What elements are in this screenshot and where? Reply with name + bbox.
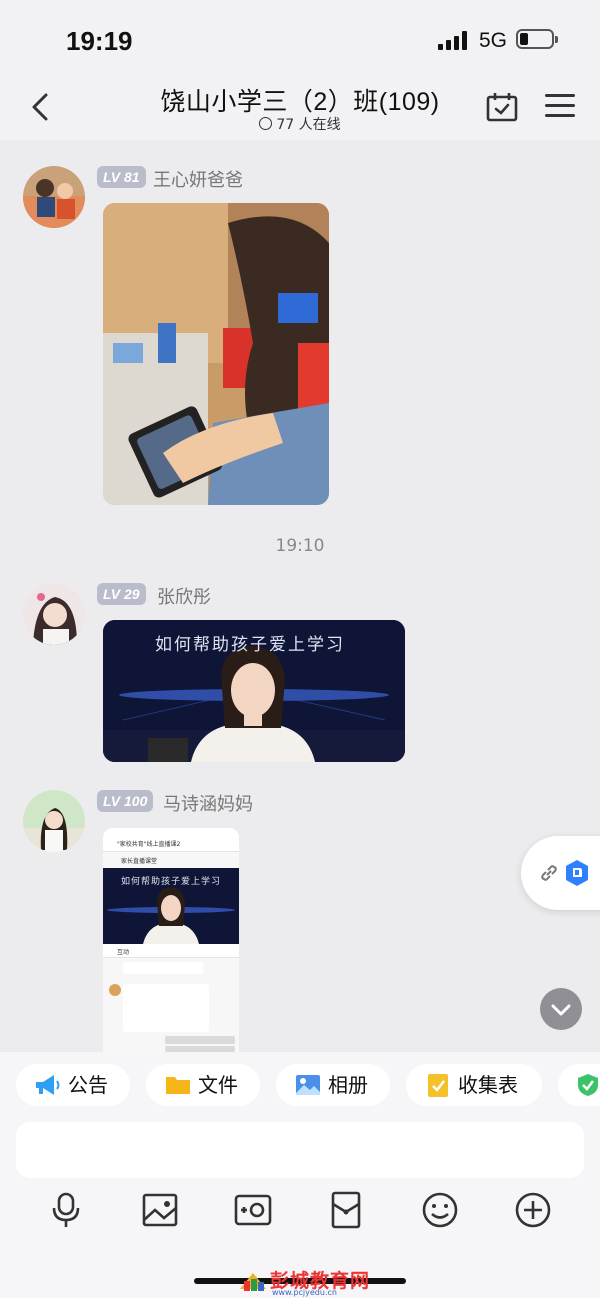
menu-icon[interactable]: [545, 94, 575, 118]
quick-action-album[interactable]: 相册: [276, 1064, 390, 1106]
app-logo-icon: [566, 860, 588, 886]
quick-action-label: 文件: [198, 1073, 238, 1097]
quick-action-label: 公告: [68, 1073, 108, 1097]
chevron-down-icon: [259, 117, 273, 130]
signal-icon: [438, 30, 468, 50]
quick-action-form[interactable]: 收集表: [406, 1064, 542, 1106]
screenshot-header: "家校共育"线上直播课2: [103, 828, 239, 852]
screenshot-channel-bar: 家长直播课堂: [103, 854, 239, 866]
emoji-icon[interactable]: [420, 1190, 460, 1230]
shield-check-icon: [578, 1074, 598, 1096]
video-caption: 如何帮助孩子爱上学习: [155, 635, 345, 655]
screenshot-chat: [103, 960, 239, 1052]
level-badge: LV 81: [97, 166, 146, 188]
network-type: 5G: [479, 29, 508, 52]
video-message[interactable]: 如何帮助孩子爱上学习: [103, 620, 405, 762]
microphone-icon[interactable]: [46, 1190, 86, 1230]
watermark-logo-icon: [240, 1273, 266, 1291]
screenshot-tabs: 互动: [103, 944, 239, 958]
calendar-check-icon[interactable]: [486, 92, 518, 122]
screenshot-caption: 如何帮助孩子爱上学习: [121, 877, 222, 887]
battery-icon: [516, 29, 558, 49]
screenshot-channel: 家长直播课堂: [121, 858, 158, 865]
sender-name[interactable]: 王心妍爸爸: [153, 166, 243, 192]
megaphone-icon: [36, 1075, 60, 1095]
album-icon: [296, 1075, 320, 1095]
link-float-widget[interactable]: [521, 836, 600, 910]
folder-icon: [166, 1077, 190, 1094]
message-input[interactable]: [16, 1122, 584, 1178]
avatar[interactable]: [23, 166, 85, 228]
quick-action-announcement[interactable]: 公告: [16, 1064, 130, 1106]
quick-action-files[interactable]: 文件: [146, 1064, 260, 1106]
quick-action-label: 收集表: [458, 1073, 518, 1097]
chat-header: 饶山小学三（2）班(109) 77 人在线: [0, 80, 600, 140]
sender-name[interactable]: 马诗涵妈妈: [163, 790, 253, 816]
link-icon: [541, 865, 557, 881]
scroll-to-bottom-button[interactable]: [540, 988, 582, 1030]
avatar[interactable]: [23, 790, 85, 852]
screenshot-message[interactable]: "家校共育"线上直播课2 家长直播课堂 如何帮助孩子爱上学习 互动: [103, 828, 239, 1052]
avatar[interactable]: [23, 583, 85, 645]
watermark-url: www.pcjyedu.cn: [272, 1288, 337, 1297]
screenshot-video: 如何帮助孩子爱上学习: [103, 868, 239, 944]
chevron-down-icon: [551, 1004, 571, 1016]
online-count-label: 77 人在线: [276, 117, 341, 133]
quick-action-label: 相册: [328, 1073, 368, 1097]
video-icon[interactable]: [233, 1190, 273, 1230]
timestamp: 19:10: [275, 536, 325, 556]
screenshot-header-text: "家校共育"线上直播课2: [117, 841, 181, 848]
plus-icon[interactable]: [513, 1190, 553, 1230]
red-packet-icon[interactable]: [326, 1190, 366, 1230]
image-message[interactable]: [103, 203, 329, 505]
image-icon[interactable]: [140, 1190, 180, 1230]
level-badge: LV 100: [97, 790, 154, 812]
screenshot-tab: 互动: [117, 949, 130, 956]
form-icon: [428, 1074, 448, 1097]
status-time: 19:19: [66, 26, 133, 56]
quick-action-more[interactable]: [558, 1064, 600, 1106]
level-badge: LV 29: [97, 583, 146, 605]
status-bar: 19:19 5G: [0, 0, 600, 80]
sender-name[interactable]: 张欣彤: [157, 583, 211, 609]
back-icon[interactable]: [26, 92, 56, 122]
